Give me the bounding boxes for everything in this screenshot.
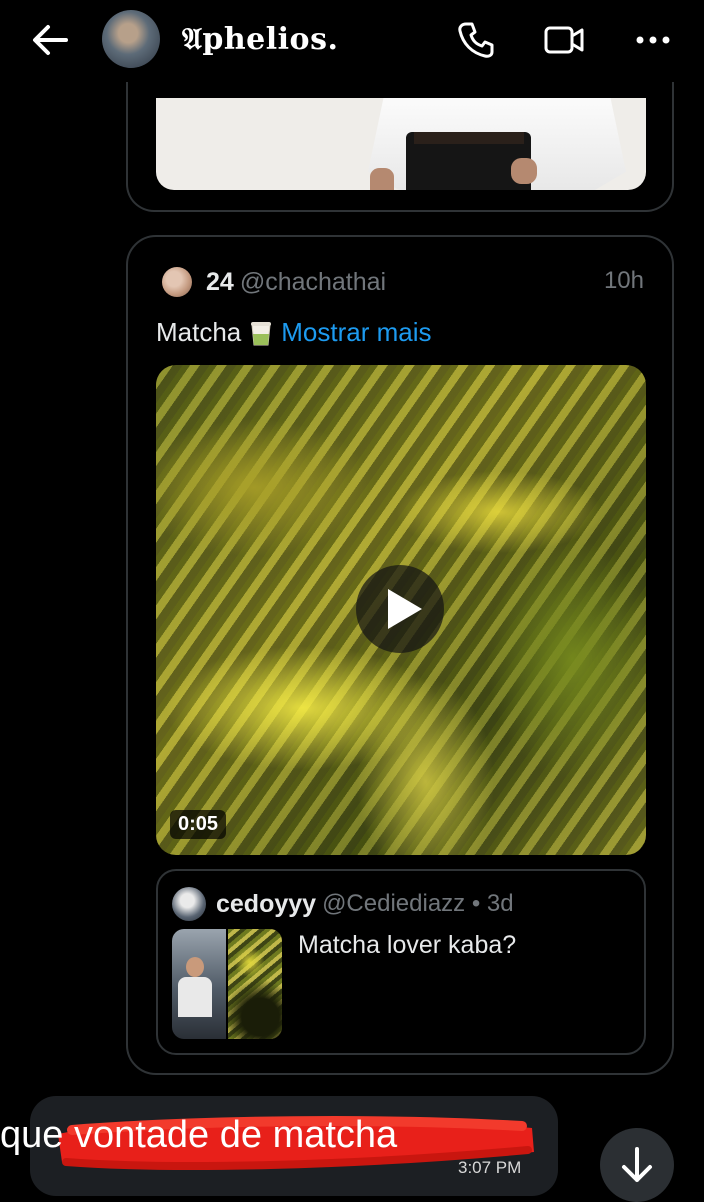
thumbnail-matcha <box>226 929 282 1039</box>
more-icon[interactable] <box>634 20 674 60</box>
avatar[interactable] <box>172 887 206 921</box>
message-time: 3:07 PM <box>458 1158 522 1177</box>
quoted-text: Matcha lover kaba? <box>298 931 517 959</box>
video-player[interactable]: 0:05 <box>156 365 646 855</box>
chat-title[interactable]: 𝔄phelios. <box>182 22 338 57</box>
message-highlighted: vontade de matcha <box>73 1114 398 1156</box>
image-belt <box>414 132 524 144</box>
post-image[interactable] <box>156 98 646 190</box>
matcha-cup-icon <box>251 321 272 345</box>
back-arrow-icon[interactable] <box>30 22 70 58</box>
shared-post-card[interactable]: 24 @chachathai 10h Matcha Mostrar mais 0… <box>126 235 674 1075</box>
quoted-author-handle: @Cediediazz • 3d <box>322 890 514 917</box>
quoted-author-name: cedoyyy <box>216 889 317 918</box>
post-author[interactable]: 24 @chachathai <box>162 265 386 299</box>
show-more-link[interactable]: Mostrar mais <box>281 317 431 348</box>
thumbnail-photo <box>172 929 226 1039</box>
author-handle: @chachathai <box>239 267 387 296</box>
chat-header: 𝔄phelios. <box>0 0 704 82</box>
post-time: 10h <box>603 267 644 294</box>
thumbnail-shirt <box>178 977 212 1017</box>
quoted-author[interactable]: cedoyyy @Cediediazz • 3d <box>172 887 514 921</box>
post-body: Matcha <box>156 317 242 347</box>
image-hand <box>370 168 394 190</box>
message-text: que vontade de matcha <box>0 1114 397 1157</box>
avatar[interactable] <box>162 267 192 297</box>
post-text: Matcha Mostrar mais <box>156 317 432 348</box>
author-name: 24 <box>206 267 234 296</box>
play-button[interactable] <box>356 565 444 653</box>
quoted-thumbnail[interactable] <box>172 929 282 1039</box>
image-hand <box>511 158 537 184</box>
phone-icon[interactable] <box>456 20 496 60</box>
thumbnail-face <box>186 957 204 977</box>
message-prefix: que <box>0 1114 64 1156</box>
scroll-down-button[interactable] <box>600 1128 674 1202</box>
avatar[interactable] <box>102 10 160 68</box>
arrow-down-icon <box>622 1147 652 1182</box>
quoted-post[interactable]: cedoyyy @Cediediazz • 3d Matcha lover ka… <box>156 869 646 1055</box>
video-call-icon[interactable] <box>544 20 584 60</box>
video-duration: 0:05 <box>170 810 227 839</box>
play-icon <box>388 589 422 629</box>
